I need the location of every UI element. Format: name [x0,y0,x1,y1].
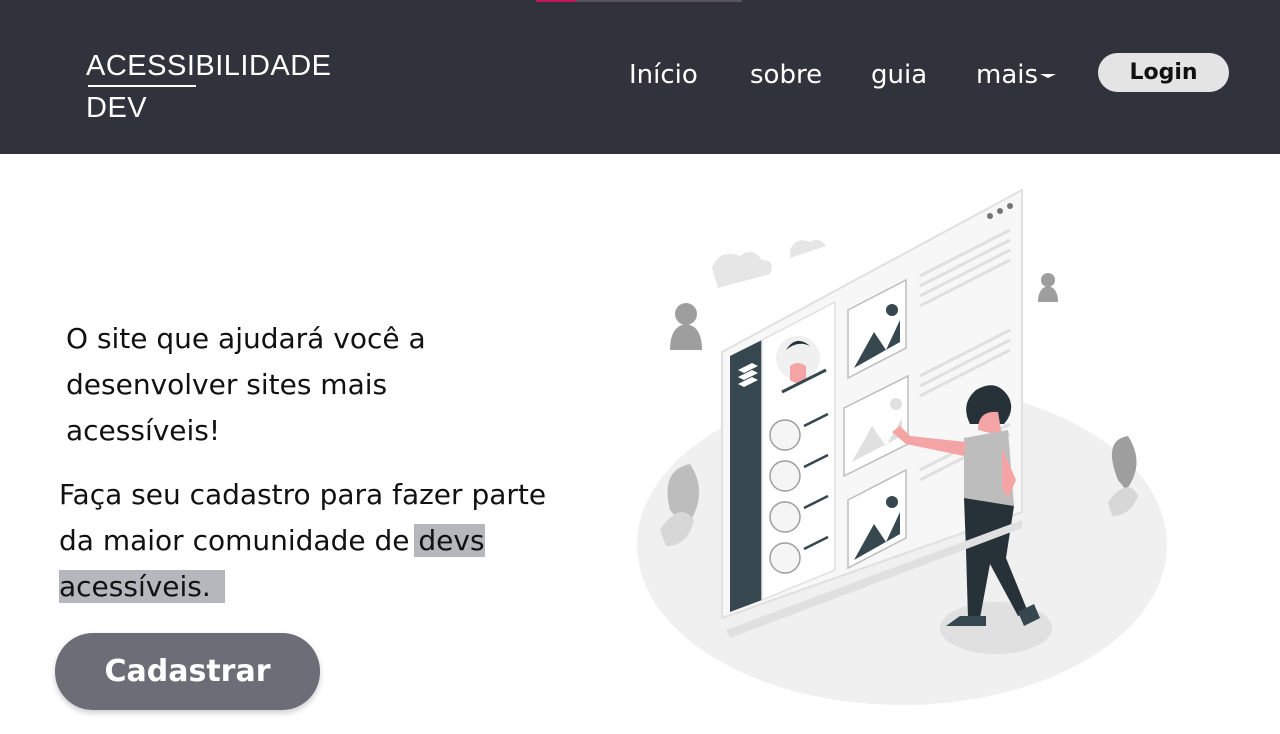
hero-headline: O site que ajudará você a desenvolver si… [66,322,426,447]
top-accent-highlight [536,0,576,2]
nav-dropdown-mais-label: mais [976,60,1039,90]
hero-subline: Faça seu cadastro para fazer parte da ma… [59,472,579,610]
nav-link-guia[interactable]: guia [871,56,927,94]
logo-line1: ACESSIBILIDADE [86,50,332,82]
user-icon-right [1038,273,1058,302]
nav-dropdown-mais[interactable]: mais [976,56,1057,94]
top-accent-bar [536,0,742,2]
login-button[interactable]: Login [1098,53,1229,92]
web-design-illustration [637,188,1167,705]
logo-underline [88,85,196,87]
cadastrar-button[interactable]: Cadastrar [55,633,320,710]
chevron-down-icon [1040,73,1057,78]
logo-line2: DEV [86,92,148,124]
cloud-left-icon [712,251,772,288]
user-icon-left [670,303,702,350]
nav-link-inicio[interactable]: Início [629,56,698,94]
top-header: ACESSIBILIDADE DEV Início sobre guia mai… [0,0,1280,154]
cloud-right-icon [790,239,826,258]
nav-link-sobre[interactable]: sobre [750,56,822,94]
site-logo[interactable]: ACESSIBILIDADE DEV [86,50,332,124]
